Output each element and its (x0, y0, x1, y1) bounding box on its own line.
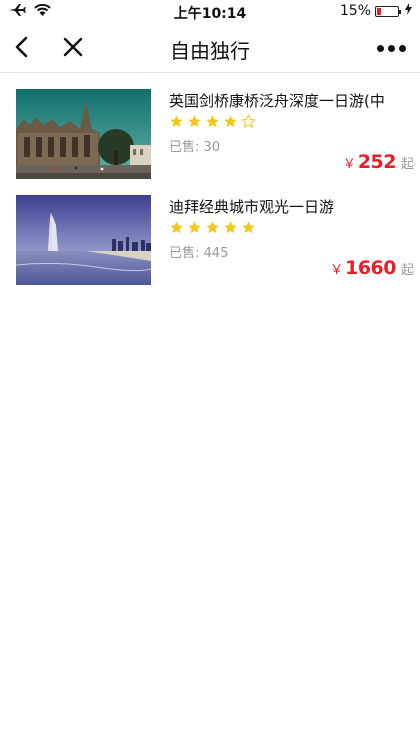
rating-stars (169, 220, 408, 236)
product-list: 英国剑桥康桥泛舟深度一日游(中 已售: 30 ￥ 252 起 迪拜经典城市观光一… (0, 73, 420, 285)
sold-label: 已售: (169, 246, 200, 261)
star-icon-filled (206, 115, 219, 128)
status-right: 15% (340, 3, 412, 19)
product-image-dubai (16, 195, 151, 285)
battery-icon (375, 5, 401, 17)
nav-bar: 自由独行 (0, 24, 420, 73)
star-icon-filled (170, 115, 183, 128)
price-amount: 1660 (345, 257, 396, 279)
star-icon-filled (206, 221, 219, 234)
charging-icon (405, 3, 412, 19)
rating-stars (169, 114, 408, 130)
star-icon-filled (242, 221, 255, 234)
sold-label: 已售: (169, 140, 200, 155)
star-icon-filled (224, 221, 237, 234)
star-icon-filled (188, 221, 201, 234)
status-bar: 上午10:14 15% (0, 0, 420, 24)
battery-percent: 15% (339, 3, 371, 19)
star-icon-filled (188, 115, 201, 128)
price-amount: 252 (357, 151, 397, 173)
page-title: 自由独行 (170, 39, 250, 63)
price-tag: ￥ 252 起 (343, 151, 414, 173)
product-item[interactable]: 迪拜经典城市观光一日游 已售: 445 ￥ 1660 起 (0, 195, 420, 285)
more-dot (399, 44, 406, 52)
product-image-cambridge (16, 89, 151, 179)
star-icon-empty (241, 114, 256, 129)
more-dot (388, 44, 395, 52)
more-button[interactable] (377, 36, 406, 60)
price-suffix: 起 (400, 263, 414, 278)
product-name: 英国剑桥康桥泛舟深度一日游(中 (169, 92, 385, 110)
sold-count: 30 (203, 140, 221, 155)
product-item[interactable]: 英国剑桥康桥泛舟深度一日游(中 已售: 30 ￥ 252 起 (0, 89, 420, 179)
price-tag: ￥ 1660 起 (330, 257, 414, 279)
star-icon-filled (170, 221, 183, 234)
currency-symbol: ￥ (342, 157, 356, 172)
currency-symbol: ￥ (330, 263, 344, 278)
product-name: 迪拜经典城市观光一日游 (169, 198, 335, 216)
more-dot (377, 44, 384, 52)
sold-count: 445 (203, 246, 229, 261)
price-suffix: 起 (400, 157, 414, 172)
star-icon-filled (224, 115, 237, 128)
